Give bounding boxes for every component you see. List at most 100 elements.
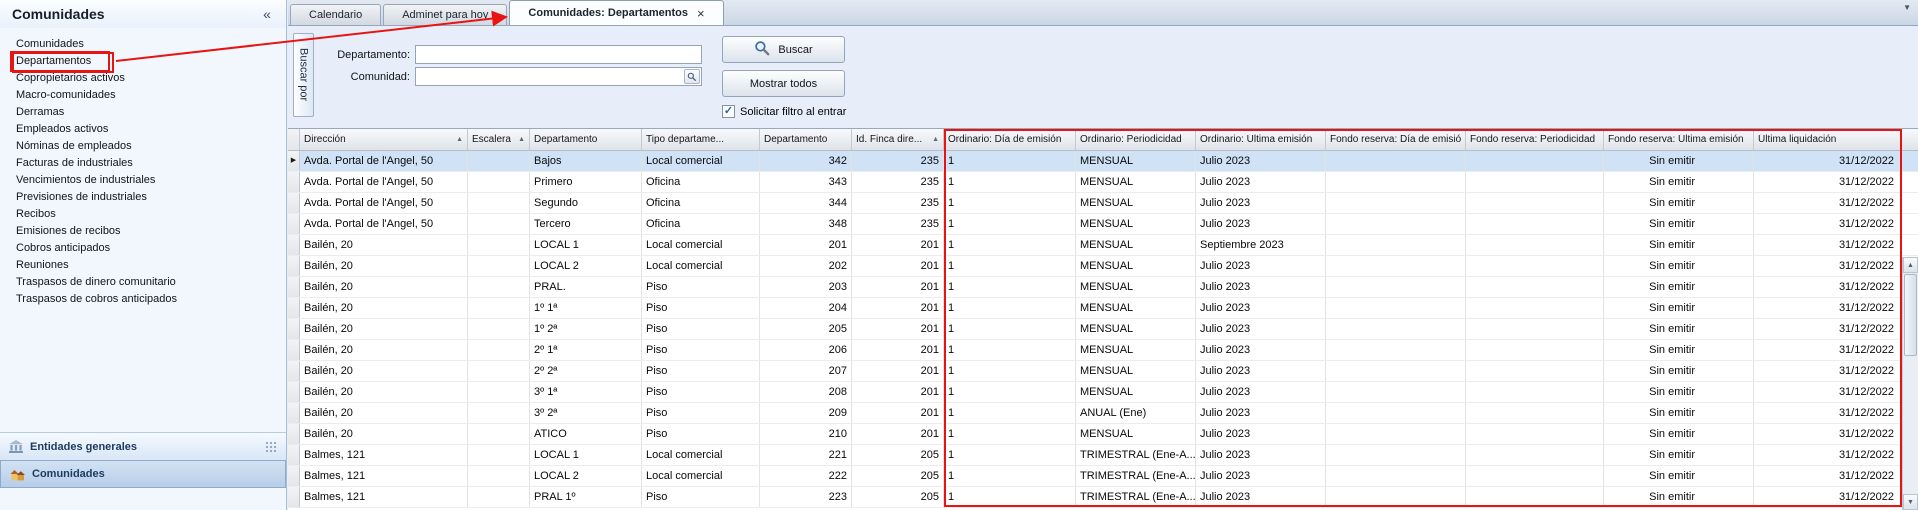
sidebar-item-emisiones-de-recibos[interactable]: Emisiones de recibos: [0, 223, 286, 240]
sidebar-group-entidades-generales[interactable]: Entidades generales: [0, 432, 286, 460]
table-row[interactable]: Avda. Portal de l'Angel, 50PrimeroOficin…: [288, 172, 1918, 193]
table-row[interactable]: Bailén, 202º 2ªPiso2072011MENSUALJulio 2…: [288, 361, 1918, 382]
search-icon: [754, 40, 770, 59]
comunidad-input[interactable]: [415, 67, 702, 86]
mostrar-todos-button[interactable]: Mostrar todos: [722, 70, 845, 97]
cell-operiod: MENSUAL: [1076, 214, 1196, 234]
cell-dep: Bajos: [530, 151, 642, 171]
table-row[interactable]: Bailén, 201º 2ªPiso2052011MENSUALJulio 2…: [288, 319, 1918, 340]
sidebar-item-traspasos-de-dinero-comunitario[interactable]: Traspasos de dinero comunitario: [0, 274, 286, 291]
sidebar-item-macro-comunidades[interactable]: Macro-comunidades: [0, 87, 286, 104]
column-header-departamento[interactable]: Departamento: [760, 129, 852, 150]
departamento-input[interactable]: [415, 45, 702, 64]
sidebar-item-previsiones-de-industriales[interactable]: Previsiones de industriales: [0, 189, 286, 206]
column-header-ordinario-periodicidad[interactable]: Ordinario: Periodicidad: [1076, 129, 1196, 150]
column-header-id-finca-dire[interactable]: Id. Finca dire...▲: [852, 129, 944, 150]
cell-dep: LOCAL 1: [530, 445, 642, 465]
cell-tipo: Local comercial: [642, 235, 760, 255]
cell-dir: Bailén, 20: [300, 298, 468, 318]
column-header-label: Ordinario: Día de emisión: [948, 134, 1071, 145]
sidebar-item-vencimientos-de-industriales[interactable]: Vencimientos de industriales: [0, 172, 286, 189]
tab-list-dropdown-icon[interactable]: ▼: [1903, 3, 1911, 12]
cell-tipo: Local comercial: [642, 151, 760, 171]
table-row[interactable]: Bailén, 201º 1ªPiso2042011MENSUALJulio 2…: [288, 298, 1918, 319]
search-group-vertical-tab[interactable]: Buscar por: [293, 33, 314, 117]
cell-liq: 31/12/2022: [1754, 487, 1902, 507]
table-row[interactable]: Avda. Portal de l'Angel, 50SegundoOficin…: [288, 193, 1918, 214]
table-row[interactable]: Bailén, 202º 1ªPiso2062011MENSUALJulio 2…: [288, 340, 1918, 361]
departamentos-grid: Dirección▲Escalera▲DepartamentoTipo depa…: [288, 128, 1918, 510]
column-header-tipo-departame[interactable]: Tipo departame...: [642, 129, 760, 150]
table-row[interactable]: Balmes, 121LOCAL 1Local comercial2212051…: [288, 445, 1918, 466]
comunidad-lookup-button[interactable]: [684, 69, 700, 84]
cell-dep: LOCAL 2: [530, 466, 642, 486]
tab-close-icon[interactable]: ×: [697, 7, 705, 20]
tab-adminet-para-hoy[interactable]: Adminet para hoy: [383, 4, 507, 25]
tab-calendario[interactable]: Calendario: [290, 4, 381, 25]
sidebar-item-derramas[interactable]: Derramas: [0, 104, 286, 121]
table-row[interactable]: Bailén, 20LOCAL 2Local comercial2022011M…: [288, 256, 1918, 277]
table-row[interactable]: Bailén, 20PRAL.Piso2032011MENSUALJulio 2…: [288, 277, 1918, 298]
cell-dep: PRAL 1º: [530, 487, 642, 507]
buscar-button[interactable]: Buscar: [722, 36, 845, 63]
cell-odia: 1: [944, 424, 1076, 444]
cell-dep: Tercero: [530, 214, 642, 234]
scroll-down-icon[interactable]: ▼: [1903, 494, 1918, 510]
table-row[interactable]: Balmes, 121LOCAL 2Local comercial2222051…: [288, 466, 1918, 487]
sidebar-group-comunidades[interactable]: Comunidades: [0, 460, 286, 488]
sidebar-item-reuniones[interactable]: Reuniones: [0, 257, 286, 274]
column-header-ultima-liquidacion[interactable]: Última liquidación: [1754, 129, 1902, 150]
scrollbar-thumb[interactable]: [1904, 274, 1917, 356]
column-header-fondo-reserva-dia-de-emision[interactable]: Fondo reserva: Día de emisión: [1326, 129, 1466, 150]
sidebar-item-label: Vencimientos de industriales: [12, 172, 159, 189]
cell-esc: [468, 382, 530, 402]
cell-oult: Julio 2023: [1196, 466, 1326, 486]
table-row[interactable]: Bailén, 20ATICOPiso2102011MENSUALJulio 2…: [288, 424, 1918, 445]
column-header-ordinario-dia-de-emision[interactable]: Ordinario: Día de emisión: [944, 129, 1076, 150]
row-indicator: [288, 424, 300, 444]
tab-comunidades-departamentos[interactable]: Comunidades: Departamentos×: [509, 0, 723, 25]
column-header-direccion[interactable]: Dirección▲: [300, 129, 468, 150]
sidebar-item-empleados-activos[interactable]: Empleados activos: [0, 121, 286, 138]
cell-idfinca: 201: [852, 424, 944, 444]
table-row[interactable]: Avda. Portal de l'Angel, 50TerceroOficin…: [288, 214, 1918, 235]
cell-liq: 31/12/2022: [1754, 466, 1902, 486]
sidebar-item-copropietarios-activos[interactable]: Copropietarios activos: [0, 70, 286, 87]
cell-depnum: 205: [760, 319, 852, 339]
column-header-fondo-reserva-periodicidad[interactable]: Fondo reserva: Periodicidad: [1466, 129, 1604, 150]
sidebar-item-label: Nóminas de empleados: [12, 138, 136, 155]
scroll-up-icon[interactable]: ▲: [1903, 257, 1918, 273]
cell-odia: 1: [944, 403, 1076, 423]
sidebar-item-traspasos-de-cobros-anticipados[interactable]: Traspasos de cobros anticipados: [0, 291, 286, 308]
row-indicator: [288, 214, 300, 234]
sidebar-item-nominas-de-empleados[interactable]: Nóminas de empleados: [0, 138, 286, 155]
sidebar-item-cobros-anticipados[interactable]: Cobros anticipados: [0, 240, 286, 257]
column-header-escalera[interactable]: Escalera▲: [468, 129, 530, 150]
cell-dir: Avda. Portal de l'Angel, 50: [300, 193, 468, 213]
cell-tipo: Piso: [642, 340, 760, 360]
table-row[interactable]: Bailén, 20LOCAL 1Local comercial2012011M…: [288, 235, 1918, 256]
table-row[interactable]: Bailén, 203º 2ªPiso2092011ANUAL (Ene)Jul…: [288, 403, 1918, 424]
column-header-departamento[interactable]: Departamento: [530, 129, 642, 150]
sidebar-item-departamentos[interactable]: Departamentos: [0, 53, 286, 70]
table-row[interactable]: Balmes, 121PRAL 1ºPiso2232051TRIMESTRAL …: [288, 487, 1918, 508]
cell-oult: Julio 2023: [1196, 319, 1326, 339]
column-header-label: Id. Finca dire...: [856, 134, 930, 145]
vertical-scrollbar[interactable]: ▲ ▼: [1902, 257, 1918, 510]
table-row[interactable]: ▶Avda. Portal de l'Angel, 50BajosLocal c…: [288, 151, 1918, 172]
cell-dir: Balmes, 121: [300, 445, 468, 465]
sidebar-item-recibos[interactable]: Recibos: [0, 206, 286, 223]
cell-idfinca: 235: [852, 172, 944, 192]
collapse-sidebar-icon[interactable]: «: [258, 6, 276, 22]
column-header-fondo-reserva-ultima-emision[interactable]: Fondo reserva: Última emisión: [1604, 129, 1754, 150]
sidebar-item-facturas-de-industriales[interactable]: Facturas de industriales: [0, 155, 286, 172]
sidebar-item-label: Emisiones de recibos: [12, 223, 125, 240]
column-header-ordinario-ultima-emision[interactable]: Ordinario: Última emisión: [1196, 129, 1326, 150]
solicitar-filtro-checkbox[interactable]: ✓: [722, 105, 735, 118]
table-row[interactable]: Bailén, 203º 1ªPiso2082011MENSUALJulio 2…: [288, 382, 1918, 403]
row-indicator: [288, 340, 300, 360]
cell-odia: 1: [944, 214, 1076, 234]
sidebar-item-comunidades[interactable]: Comunidades: [0, 36, 286, 53]
cell-idfinca: 235: [852, 214, 944, 234]
departamento-field-row: Departamento:: [324, 45, 702, 64]
